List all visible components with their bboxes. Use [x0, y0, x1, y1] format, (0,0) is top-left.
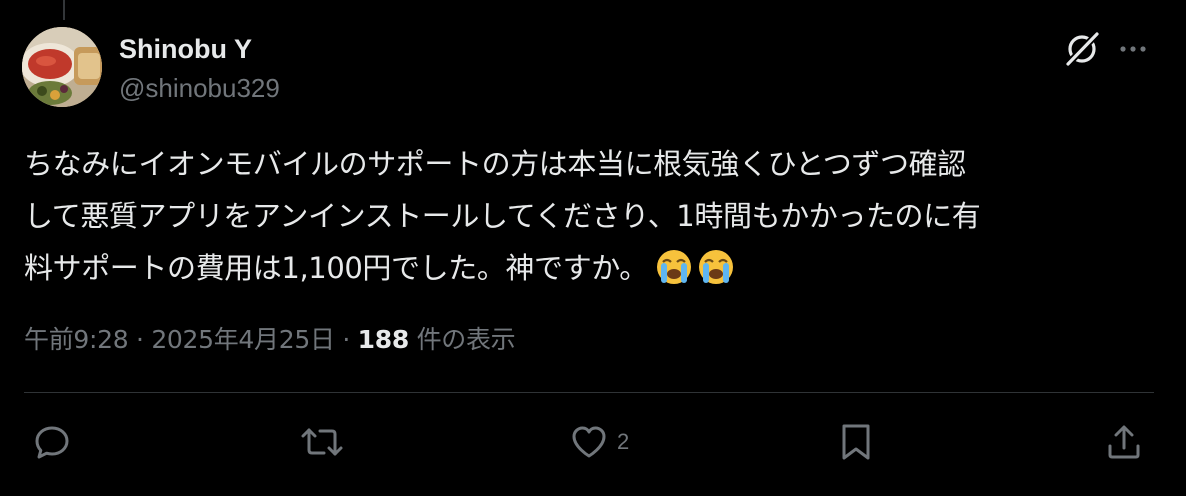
- repost-button[interactable]: [300, 420, 352, 464]
- bookmark-button[interactable]: [838, 420, 882, 464]
- views-count[interactable]: 188: [358, 325, 410, 354]
- avatar[interactable]: [22, 27, 102, 107]
- loudly-crying-face-icon: [654, 247, 694, 287]
- tweet-text-segment: 料サポートの費用は1,100円でした。神ですか。: [24, 251, 648, 285]
- repost-icon: [300, 422, 344, 462]
- bookmark-icon: [838, 422, 874, 462]
- views-label[interactable]: 件の表示: [417, 325, 516, 354]
- divider: [24, 392, 1154, 393]
- tweet-text-line: して悪質アプリをアンインストールしてくださり、1時間もかかったのに有: [24, 199, 981, 233]
- tweet-text-line: 料サポートの費用は1,100円でした。神ですか。: [24, 242, 1154, 294]
- like-button[interactable]: 2: [569, 420, 629, 464]
- tweet-date[interactable]: 2025年4月25日: [151, 325, 335, 354]
- tweet-time[interactable]: 午前9:28: [24, 325, 129, 354]
- tweet-text: ちなみにイオンモバイルのサポートの方は本当に根気強くひとつずつ確認 して悪質アプ…: [24, 138, 1154, 294]
- author-name[interactable]: Shinobu Y: [119, 34, 252, 65]
- reply-icon: [32, 422, 72, 462]
- heart-icon: [569, 422, 609, 462]
- share-icon: [1104, 422, 1144, 462]
- like-count: 2: [617, 429, 630, 454]
- share-button[interactable]: [1104, 420, 1144, 464]
- meta-separator: ·: [136, 325, 144, 354]
- meta-separator: ·: [342, 325, 350, 354]
- grok-icon[interactable]: [1063, 30, 1101, 68]
- author-handle[interactable]: @shinobu329: [119, 73, 280, 104]
- reply-button[interactable]: [32, 420, 80, 464]
- loudly-crying-face-icon: [696, 247, 736, 287]
- tweet-text-line: ちなみにイオンモバイルのサポートの方は本当に根気強くひとつずつ確認: [24, 147, 966, 181]
- tweet-metadata: 午前9:28 · 2025年4月25日 · 188 件の表示: [24, 320, 516, 356]
- thread-connector-line: [63, 0, 65, 20]
- more-options-icon[interactable]: [1118, 36, 1148, 62]
